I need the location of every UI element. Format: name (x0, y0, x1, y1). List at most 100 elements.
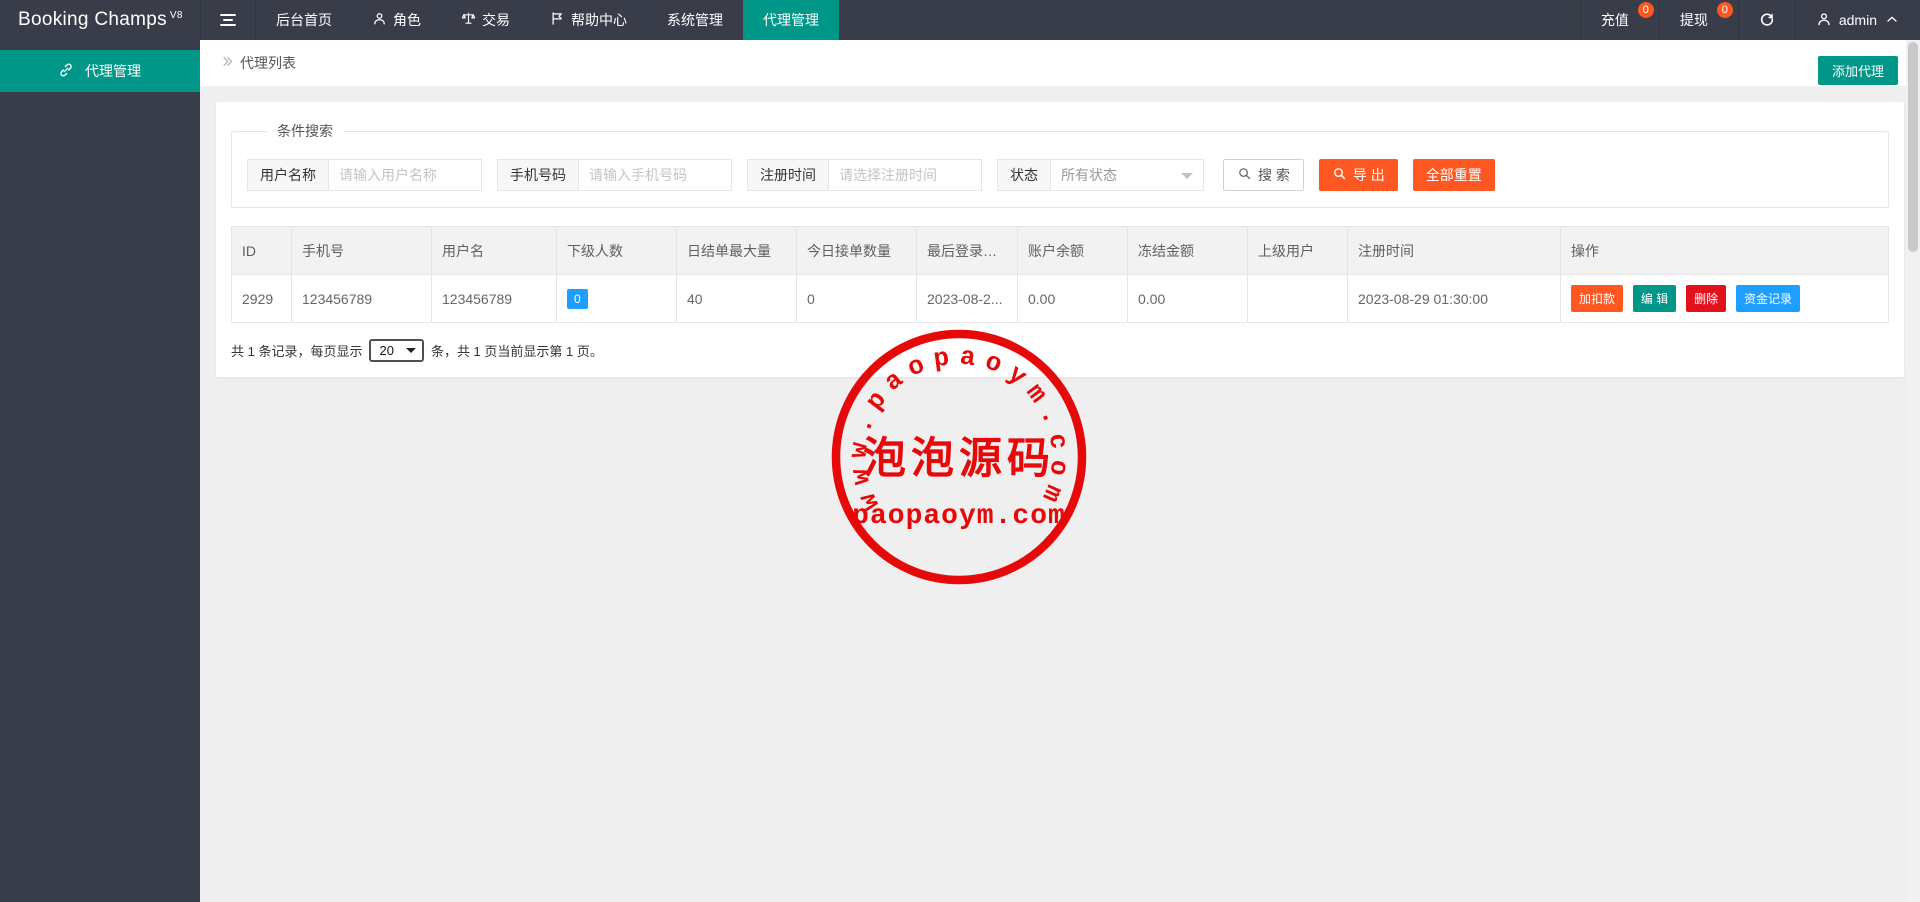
menu-item-trade[interactable]: 交易 (441, 0, 530, 40)
cell-parent-user (1247, 274, 1348, 323)
double-chevron-right-icon (220, 54, 235, 72)
person-icon (372, 11, 387, 29)
sidebar-toggle-button[interactable] (200, 0, 256, 40)
page-size-value: 20 (379, 343, 394, 358)
recharge-label: 充值 (1600, 12, 1629, 28)
withdraw-label: 提现 (1679, 12, 1708, 28)
add-agent-button[interactable]: 添加代理 (1817, 56, 1898, 85)
col-frozen: 冻结金额 (1127, 226, 1248, 275)
regtime-field-label: 注册时间 (748, 160, 829, 190)
edit-button[interactable]: 编 辑 (1632, 285, 1677, 312)
col-phone: 手机号 (291, 226, 432, 275)
agent-list-card: 条件搜索 用户名称 手机号码 注册时间 状态 (216, 102, 1904, 377)
menu-item-label: 代理管理 (763, 12, 819, 28)
fund-record-button[interactable]: 资金记录 (1736, 285, 1801, 312)
menu-item-help-center[interactable]: 帮助中心 (530, 0, 647, 40)
sidebar-item-agents[interactable]: 代理管理 (0, 50, 200, 92)
search-panel: 条件搜索 用户名称 手机号码 注册时间 状态 (231, 121, 1889, 208)
chevron-up-icon (1884, 11, 1900, 30)
breadcrumb: 代理列表 (220, 53, 296, 73)
col-today-orders: 今日接单数量 (796, 226, 917, 275)
menu-item-agents[interactable]: 代理管理 (743, 0, 839, 40)
sidebar-item-label: 代理管理 (85, 63, 141, 79)
app-logo-text: Booking Champs (18, 9, 167, 30)
status-field-group: 状态 所有状态 (997, 159, 1204, 191)
user-menu[interactable]: admin (1794, 0, 1920, 40)
col-last-login: 最后登录时... (916, 226, 1018, 275)
top-navbar: Booking Champs V8 后台首页 角色 交易 帮助中心 系统管理 代… (0, 0, 1920, 40)
scales-icon (461, 11, 476, 29)
refresh-button[interactable] (1737, 0, 1795, 40)
table-header-row: ID 手机号 用户名 下级人数 日结单最大量 今日接单数量 最后登录时... 账… (231, 226, 1889, 275)
withdraw-menu-item[interactable]: 提现 0 (1658, 0, 1738, 40)
regtime-input[interactable] (829, 160, 981, 190)
col-balance: 账户余额 (1017, 226, 1128, 275)
export-button[interactable]: 导 出 (1318, 159, 1398, 191)
search-icon (1332, 166, 1347, 184)
withdraw-count-badge: 0 (1716, 2, 1733, 18)
reset-all-button[interactable]: 全部重置 (1412, 159, 1495, 191)
recharge-count-badge: 0 (1637, 2, 1654, 18)
hamburger-icon (220, 14, 236, 26)
search-form-row: 用户名称 手机号码 注册时间 状态 所有状态 (247, 159, 1873, 191)
pagination-total-suffix: 条，共 1 页当前显示第 1 页。 (430, 344, 603, 359)
username-field-group: 用户名称 (247, 159, 482, 191)
pagination-bar: 共 1 条记录，每页显示 20 条，共 1 页当前显示第 1 页。 (231, 339, 1889, 362)
phone-input[interactable] (579, 160, 731, 190)
col-parent-user: 上级用户 (1247, 226, 1348, 275)
cell-balance: 0.00 (1017, 274, 1128, 323)
cell-today-orders: 0 (796, 274, 917, 323)
search-button-label: 搜 索 (1258, 167, 1290, 183)
table-row: 2929 123456789 123456789 0 40 0 2023-08-… (231, 274, 1889, 323)
menu-item-label: 角色 (393, 12, 421, 28)
breadcrumb-bar: 代理列表 添加代理 (200, 40, 1920, 86)
search-icon (1237, 166, 1252, 184)
menu-item-roles[interactable]: 角色 (352, 0, 441, 40)
vertical-scrollbar[interactable] (1906, 40, 1920, 902)
export-button-label: 导 出 (1352, 167, 1385, 183)
cell-daily-max: 40 (676, 274, 797, 323)
cell-reg-time: 2023-08-29 01:30:00 (1347, 274, 1561, 323)
menu-item-label: 帮助中心 (571, 12, 627, 28)
chevron-down-icon (1181, 172, 1193, 185)
menu-item-label: 交易 (482, 12, 510, 28)
flag-icon (550, 11, 565, 29)
status-select[interactable]: 所有状态 (1051, 160, 1203, 190)
col-username: 用户名 (431, 226, 557, 275)
link-icon (58, 62, 74, 81)
search-button[interactable]: 搜 索 (1223, 159, 1304, 191)
col-id: ID (231, 226, 292, 275)
agents-table: ID 手机号 用户名 下级人数 日结单最大量 今日接单数量 最后登录时... 账… (231, 226, 1889, 323)
cell-id: 2929 (231, 274, 292, 323)
cell-subordinates: 0 (556, 274, 677, 323)
recharge-menu-item[interactable]: 充值 0 (1579, 0, 1659, 40)
menu-item-system[interactable]: 系统管理 (647, 0, 743, 40)
add-deduct-button[interactable]: 加扣款 (1571, 285, 1624, 312)
navbar-right: 充值 0 提现 0 admin (1579, 0, 1920, 40)
regtime-field-group: 注册时间 (747, 159, 982, 191)
content-area: 条件搜索 用户名称 手机号码 注册时间 状态 (200, 86, 1920, 393)
scrollbar-thumb[interactable] (1908, 42, 1918, 252)
search-panel-legend: 条件搜索 (277, 123, 333, 139)
username-input[interactable] (329, 160, 481, 190)
breadcrumb-current: 代理列表 (240, 55, 296, 71)
page-size-select[interactable]: 20 (369, 339, 424, 362)
person-icon (1816, 11, 1832, 30)
cell-frozen: 0.00 (1127, 274, 1248, 323)
refresh-icon (1759, 11, 1775, 30)
phone-field-group: 手机号码 (497, 159, 732, 191)
col-daily-max: 日结单最大量 (676, 226, 797, 275)
username-field-label: 用户名称 (248, 160, 329, 190)
delete-button[interactable]: 删除 (1686, 285, 1727, 312)
col-actions: 操作 (1560, 226, 1889, 275)
cell-username: 123456789 (431, 274, 557, 323)
menu-item-dashboard[interactable]: 后台首页 (256, 0, 352, 40)
col-reg-time: 注册时间 (1347, 226, 1561, 275)
app-version: V8 (169, 9, 183, 21)
chevron-down-icon (405, 348, 416, 358)
main-menu: 后台首页 角色 交易 帮助中心 系统管理 代理管理 (256, 0, 839, 40)
cell-actions: 加扣款 编 辑 删除 资金记录 (1560, 274, 1889, 323)
subordinates-count-badge[interactable]: 0 (567, 288, 588, 309)
status-select-value: 所有状态 (1061, 167, 1117, 183)
menu-item-label: 系统管理 (667, 12, 723, 28)
